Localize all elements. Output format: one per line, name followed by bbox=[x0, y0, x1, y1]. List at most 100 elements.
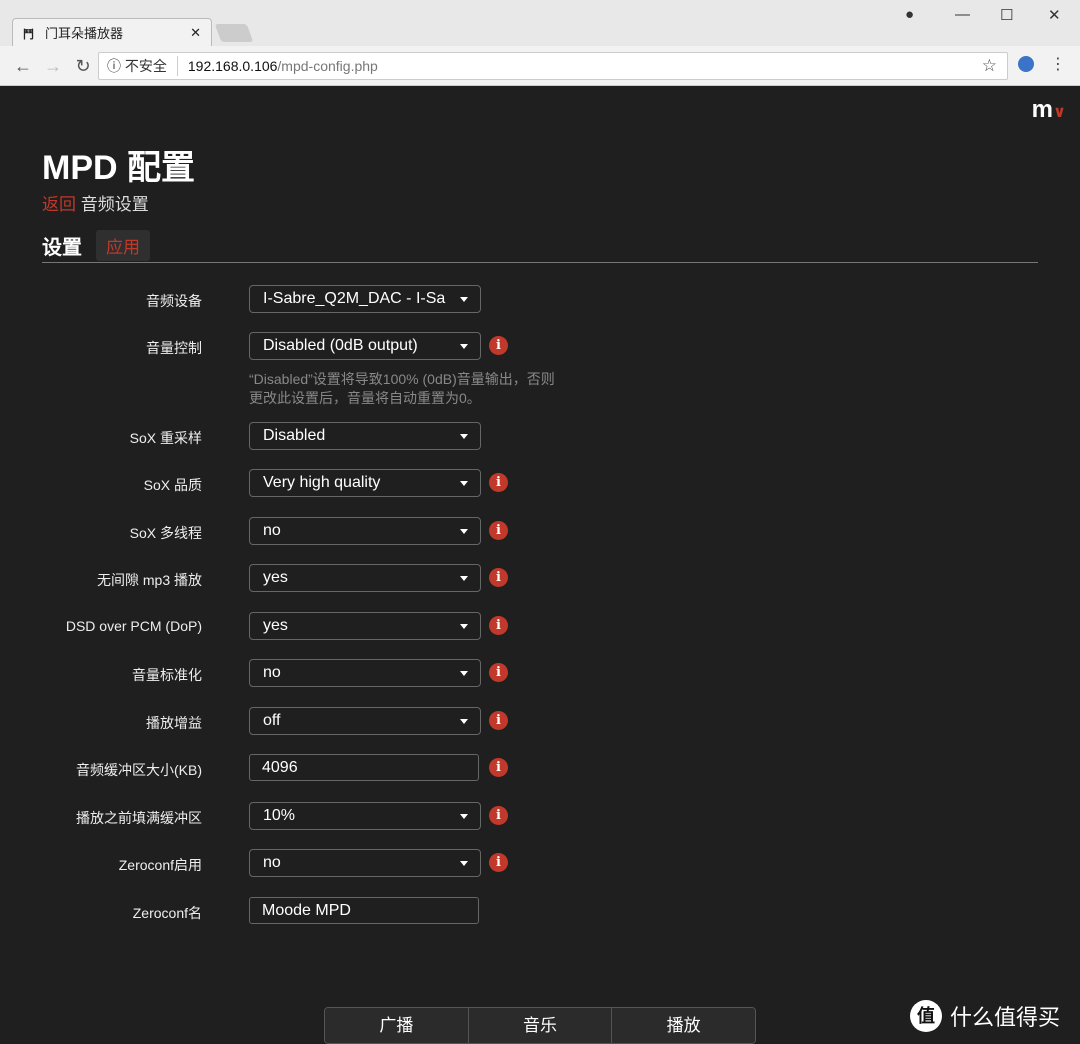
breadcrumb-current: 音频设置 bbox=[80, 195, 149, 214]
nav-music-button[interactable]: 音乐 bbox=[468, 1008, 613, 1043]
caret-down-icon bbox=[460, 344, 468, 349]
help-line: “Disabled”设置将导致100% (0dB)音量输出，否则 bbox=[249, 371, 555, 387]
select-value: I-Sabre_Q2M_DAC - I-Sa bbox=[263, 290, 446, 307]
select-value: no bbox=[263, 522, 281, 539]
breadcrumb: 返回 音频设置 bbox=[42, 190, 149, 215]
setting-row: 播放增益 off i bbox=[0, 707, 1080, 737]
bottom-nav: 广播 音乐 播放 bbox=[324, 1007, 756, 1044]
setting-row: SoX 多线程 no i bbox=[0, 517, 1080, 547]
setting-label: 播放之前填满缓冲区 bbox=[76, 810, 202, 826]
setting-select[interactable]: no bbox=[249, 659, 481, 687]
setting-row: 音量标准化 no i bbox=[0, 659, 1080, 689]
caret-down-icon bbox=[460, 529, 468, 534]
select-value: off bbox=[263, 712, 281, 729]
browser-tab[interactable]: 鬥 门耳朵播放器 ✕ bbox=[12, 18, 212, 46]
close-window-icon[interactable]: ✕ bbox=[1048, 6, 1061, 24]
new-tab-button[interactable] bbox=[214, 24, 254, 42]
select-value: no bbox=[263, 854, 281, 871]
volume-help-text: “Disabled”设置将导致100% (0dB)音量输出，否则 更改此设置后，音… bbox=[249, 370, 555, 408]
caret-down-icon bbox=[460, 297, 468, 302]
setting-input[interactable]: Moode MPD bbox=[249, 897, 479, 924]
setting-label: 音频缓冲区大小(KB) bbox=[76, 762, 202, 778]
setting-label: Zeroconf名 bbox=[132, 905, 202, 921]
watermark: 值什么值得买 bbox=[910, 1000, 1060, 1032]
back-link[interactable]: 返回 bbox=[42, 195, 76, 214]
setting-select[interactable]: yes bbox=[249, 564, 481, 592]
tab-bar: 鬥 门耳朵播放器 ✕ ● — ☐ ✕ bbox=[0, 0, 1080, 46]
info-icon[interactable]: i bbox=[489, 616, 508, 635]
info-icon[interactable]: i bbox=[489, 473, 508, 492]
setting-label: 音量标准化 bbox=[132, 667, 202, 683]
caret-down-icon bbox=[460, 671, 468, 676]
info-icon[interactable]: i bbox=[489, 853, 508, 872]
extension-icon[interactable] bbox=[1018, 56, 1034, 72]
help-line: 更改此设置后，音量将自动重置为0。 bbox=[249, 390, 481, 406]
maximize-icon[interactable]: ☐ bbox=[1000, 6, 1013, 24]
app-logo-menu[interactable]: m∨ bbox=[1032, 96, 1066, 124]
back-icon[interactable]: ← bbox=[8, 56, 38, 77]
bookmark-star-icon[interactable]: ☆ bbox=[982, 56, 997, 76]
nav-radio-button[interactable]: 广播 bbox=[325, 1008, 469, 1043]
setting-row: 无间隙 mp3 播放 yes i bbox=[0, 564, 1080, 594]
apply-button[interactable]: 应用 bbox=[96, 230, 150, 261]
caret-down-icon bbox=[460, 434, 468, 439]
watermark-logo-icon: 值 bbox=[910, 1000, 942, 1032]
input-value: 4096 bbox=[262, 759, 298, 776]
close-tab-icon[interactable]: ✕ bbox=[190, 25, 201, 41]
setting-row: DSD over PCM (DoP) yes i bbox=[0, 612, 1080, 642]
select-value: Very high quality bbox=[263, 474, 381, 491]
setting-select[interactable]: Very high quality bbox=[249, 469, 481, 497]
setting-label: SoX 重采样 bbox=[129, 430, 202, 446]
setting-select[interactable]: off bbox=[249, 707, 481, 735]
url-input[interactable]: ⓘ 不安全 192.168.0.106/mpd-config.php ☆ bbox=[98, 52, 1008, 80]
setting-select[interactable]: Disabled bbox=[249, 422, 481, 450]
caret-down-icon bbox=[460, 624, 468, 629]
select-value: yes bbox=[263, 569, 288, 586]
setting-label: Zeroconf启用 bbox=[118, 857, 202, 873]
menu-icon[interactable]: ⋮ bbox=[1050, 54, 1066, 74]
select-value: no bbox=[263, 664, 281, 681]
setting-label: 音频设备 bbox=[146, 293, 202, 309]
favicon-icon: 鬥 bbox=[23, 28, 34, 41]
info-icon[interactable]: i bbox=[489, 758, 508, 777]
setting-row: 播放之前填满缓冲区 10% i bbox=[0, 802, 1080, 832]
setting-row: 音量控制 Disabled (0dB output) i bbox=[0, 332, 1080, 362]
setting-select[interactable]: 10% bbox=[249, 802, 481, 830]
select-value: Disabled bbox=[263, 427, 326, 444]
setting-select[interactable]: Disabled (0dB output) bbox=[249, 332, 481, 360]
setting-row: SoX 品质 Very high quality i bbox=[0, 469, 1080, 499]
setting-select[interactable]: no bbox=[249, 517, 481, 545]
nav-playback-button[interactable]: 播放 bbox=[612, 1008, 755, 1043]
security-indicator[interactable]: ⓘ 不安全 bbox=[107, 56, 178, 76]
tab-title: 门耳朵播放器 bbox=[45, 26, 124, 41]
info-icon[interactable]: i bbox=[489, 711, 508, 730]
caret-down-icon bbox=[460, 719, 468, 724]
reload-icon[interactable]: ↻ bbox=[68, 56, 98, 77]
setting-select[interactable]: no bbox=[249, 849, 481, 877]
divider bbox=[42, 262, 1038, 263]
minimize-icon[interactable]: — bbox=[955, 6, 970, 23]
watermark-text: 什么值得买 bbox=[950, 1005, 1061, 1030]
section-header: 设置 应用 bbox=[42, 230, 150, 261]
url-path: /mpd-config.php bbox=[277, 58, 378, 74]
info-icon[interactable]: i bbox=[489, 521, 508, 540]
caret-down-icon bbox=[460, 861, 468, 866]
profile-icon[interactable]: ● bbox=[905, 6, 914, 23]
setting-row: SoX 重采样 Disabled bbox=[0, 422, 1080, 452]
info-icon[interactable]: i bbox=[489, 336, 508, 355]
forward-icon[interactable]: → bbox=[38, 56, 68, 77]
setting-label: SoX 多线程 bbox=[129, 525, 202, 541]
info-icon[interactable]: i bbox=[489, 568, 508, 587]
setting-row: Zeroconf名 Moode MPD bbox=[0, 897, 1080, 927]
setting-label: 无间隙 mp3 播放 bbox=[96, 572, 202, 588]
setting-input[interactable]: 4096 bbox=[249, 754, 479, 781]
logo-text: m bbox=[1031, 96, 1053, 123]
setting-select[interactable]: yes bbox=[249, 612, 481, 640]
page-title: MPD 配置 bbox=[42, 149, 195, 187]
caret-down-icon bbox=[460, 814, 468, 819]
info-icon[interactable]: i bbox=[489, 663, 508, 682]
browser-chrome: 鬥 门耳朵播放器 ✕ ● — ☐ ✕ ← → ↻ ⓘ 不安全 192.168.0… bbox=[0, 0, 1080, 86]
setting-select[interactable]: I-Sabre_Q2M_DAC - I-Sa bbox=[249, 285, 481, 313]
select-value: yes bbox=[263, 617, 288, 634]
info-icon[interactable]: i bbox=[489, 806, 508, 825]
